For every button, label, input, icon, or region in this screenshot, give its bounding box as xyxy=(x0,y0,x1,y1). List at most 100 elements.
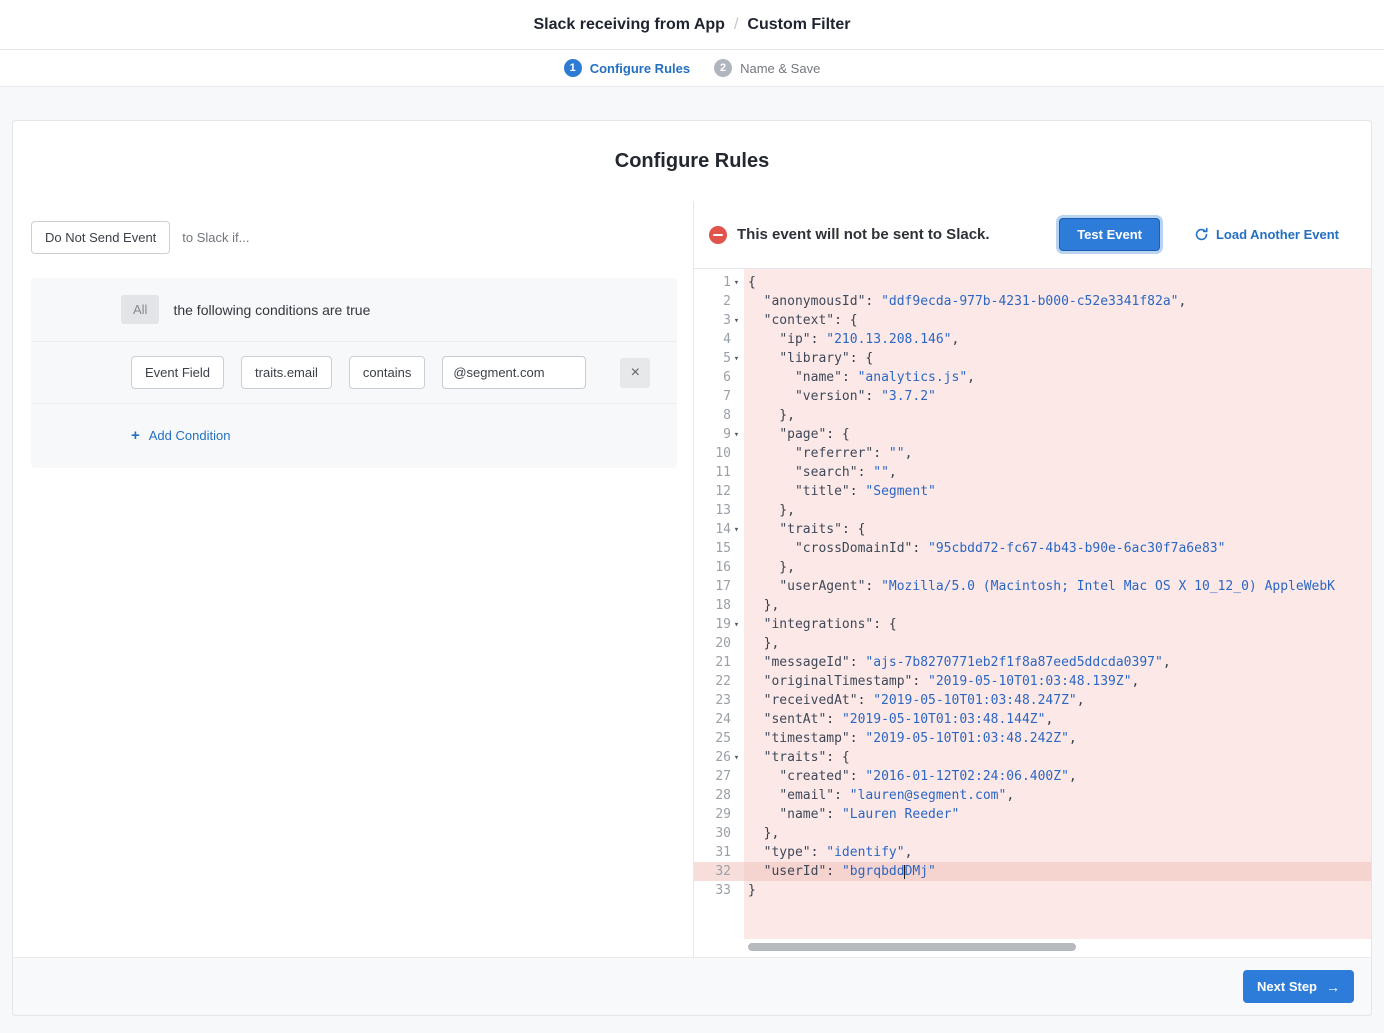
card-footer: Next Step → xyxy=(13,957,1371,1015)
code-line[interactable]: "crossDomainId": "95cbdd72-fc67-4b43-b90… xyxy=(744,539,1371,558)
breadcrumb-current: Custom Filter xyxy=(747,16,850,34)
condition-source-button[interactable]: Event Field xyxy=(131,356,224,389)
conditions-group: All the following conditions are true Ev… xyxy=(31,278,677,468)
arrow-right-icon: → xyxy=(1326,980,1340,994)
code-line[interactable]: { xyxy=(744,273,1371,292)
gutter-line: 15 xyxy=(694,539,744,558)
gutter-line: 31 xyxy=(694,843,744,862)
code-line[interactable]: "type": "identify", xyxy=(744,843,1371,862)
code-line[interactable]: }, xyxy=(744,634,1371,653)
editor-code[interactable]: { "anonymousId": "ddf9ecda-977b-4231-b00… xyxy=(744,269,1371,939)
code-line[interactable]: "anonymousId": "ddf9ecda-977b-4231-b000-… xyxy=(744,292,1371,311)
editor-scroll-area xyxy=(694,939,1371,957)
next-step-label: Next Step xyxy=(1257,979,1317,994)
code-line[interactable]: "page": { xyxy=(744,425,1371,444)
code-line[interactable]: } xyxy=(744,881,1371,900)
code-line[interactable]: "traits": { xyxy=(744,748,1371,767)
test-event-button[interactable]: Test Event xyxy=(1059,218,1160,251)
add-condition-link[interactable]: + Add Condition xyxy=(131,428,230,443)
condition-row: Event Field traits.email contains × xyxy=(31,342,677,404)
gutter-line: 29 xyxy=(694,805,744,824)
gutter-line: 18 xyxy=(694,596,744,615)
step-configure-rules[interactable]: 1 Configure Rules xyxy=(564,59,690,77)
gutter-line-foldable[interactable]: 1▾ xyxy=(694,273,744,292)
match-type-button[interactable]: All xyxy=(121,295,159,324)
plus-icon: + xyxy=(131,428,140,443)
code-line[interactable]: "sentAt": "2019-05-10T01:03:48.144Z", xyxy=(744,710,1371,729)
code-line[interactable]: }, xyxy=(744,501,1371,520)
gutter-line-foldable[interactable]: 19▾ xyxy=(694,615,744,634)
event-preview-panel: This event will not be sent to Slack. Te… xyxy=(693,201,1371,957)
card-content: Do Not Send Event to Slack if... All the… xyxy=(13,201,1371,957)
gutter-line: 27 xyxy=(694,767,744,786)
code-line[interactable]: "ip": "210.13.208.146", xyxy=(744,330,1371,349)
step-1-number-badge: 1 xyxy=(564,59,582,77)
code-line[interactable]: "search": "", xyxy=(744,463,1371,482)
gutter-line: 4 xyxy=(694,330,744,349)
gutter-line: 30 xyxy=(694,824,744,843)
next-step-button[interactable]: Next Step → xyxy=(1243,970,1354,1003)
editor-main: 1▾23▾45▾6789▾1011121314▾1516171819▾20212… xyxy=(694,269,1371,939)
gutter-line-foldable[interactable]: 3▾ xyxy=(694,311,744,330)
code-line[interactable]: "version": "3.7.2" xyxy=(744,387,1371,406)
gutter-line: 21 xyxy=(694,653,744,672)
breadcrumb-parent[interactable]: Slack receiving from App xyxy=(533,16,724,34)
gutter-line: 24 xyxy=(694,710,744,729)
gutter-line: 2 xyxy=(694,292,744,311)
action-selector-button[interactable]: Do Not Send Event xyxy=(31,221,170,254)
load-another-event-link[interactable]: Load Another Event xyxy=(1194,227,1339,242)
topbar: Slack receiving from App / Custom Filter xyxy=(0,0,1384,50)
gutter-line-foldable[interactable]: 9▾ xyxy=(694,425,744,444)
json-editor: 1▾23▾45▾6789▾1011121314▾1516171819▾20212… xyxy=(694,269,1371,957)
breadcrumb-separator: / xyxy=(734,16,738,34)
stepper: 1 Configure Rules 2 Name & Save xyxy=(0,50,1384,87)
gutter-line: 7 xyxy=(694,387,744,406)
code-line[interactable]: "name": "Lauren Reeder" xyxy=(744,805,1371,824)
rules-panel: Do Not Send Event to Slack if... All the… xyxy=(13,201,693,957)
gutter-line: 17 xyxy=(694,577,744,596)
code-line[interactable]: "integrations": { xyxy=(744,615,1371,634)
code-line[interactable]: "title": "Segment" xyxy=(744,482,1371,501)
code-line[interactable]: "receivedAt": "2019-05-10T01:03:48.247Z"… xyxy=(744,691,1371,710)
add-condition-label: Add Condition xyxy=(149,428,231,443)
gutter-line: 13 xyxy=(694,501,744,520)
code-line[interactable]: "referrer": "", xyxy=(744,444,1371,463)
code-line[interactable]: "traits": { xyxy=(744,520,1371,539)
gutter-line: 6 xyxy=(694,368,744,387)
code-line[interactable]: }, xyxy=(744,596,1371,615)
code-line[interactable]: "email": "lauren@segment.com", xyxy=(744,786,1371,805)
code-line[interactable]: }, xyxy=(744,406,1371,425)
code-line[interactable]: "messageId": "ajs-7b8270771eb2f1f8a87eed… xyxy=(744,653,1371,672)
gutter-line: 32 xyxy=(694,862,744,881)
code-line[interactable]: "timestamp": "2019-05-10T01:03:48.242Z", xyxy=(744,729,1371,748)
condition-field-button[interactable]: traits.email xyxy=(241,356,332,389)
gutter-line: 12 xyxy=(694,482,744,501)
gutter-line: 23 xyxy=(694,691,744,710)
gutter-line-foldable[interactable]: 5▾ xyxy=(694,349,744,368)
remove-condition-button[interactable]: × xyxy=(620,358,650,388)
step-2-number-badge: 2 xyxy=(714,59,732,77)
match-suffix-label: the following conditions are true xyxy=(173,302,370,318)
gutter-line: 20 xyxy=(694,634,744,653)
code-line[interactable]: "userId": "bgrqbddDMj" xyxy=(744,862,1371,881)
code-line[interactable]: "originalTimestamp": "2019-05-10T01:03:4… xyxy=(744,672,1371,691)
code-line[interactable]: "userAgent": "Mozilla/5.0 (Macintosh; In… xyxy=(744,577,1371,596)
gutter-line: 25 xyxy=(694,729,744,748)
code-line[interactable]: "library": { xyxy=(744,349,1371,368)
gutter-line-foldable[interactable]: 26▾ xyxy=(694,748,744,767)
gutter-line: 28 xyxy=(694,786,744,805)
code-line[interactable]: "created": "2016-01-12T02:24:06.400Z", xyxy=(744,767,1371,786)
refresh-icon xyxy=(1194,227,1209,242)
gutter-line-foldable[interactable]: 14▾ xyxy=(694,520,744,539)
code-line[interactable]: }, xyxy=(744,558,1371,577)
condition-operator-button[interactable]: contains xyxy=(349,356,425,389)
page-title: Configure Rules xyxy=(13,121,1371,201)
horizontal-scrollbar[interactable] xyxy=(748,943,1076,951)
code-line[interactable]: "name": "analytics.js", xyxy=(744,368,1371,387)
add-condition-row: + Add Condition xyxy=(31,404,677,468)
step-name-and-save[interactable]: 2 Name & Save xyxy=(714,59,820,77)
gutter-line: 11 xyxy=(694,463,744,482)
code-line[interactable]: "context": { xyxy=(744,311,1371,330)
code-line[interactable]: }, xyxy=(744,824,1371,843)
condition-value-input[interactable] xyxy=(442,356,586,389)
